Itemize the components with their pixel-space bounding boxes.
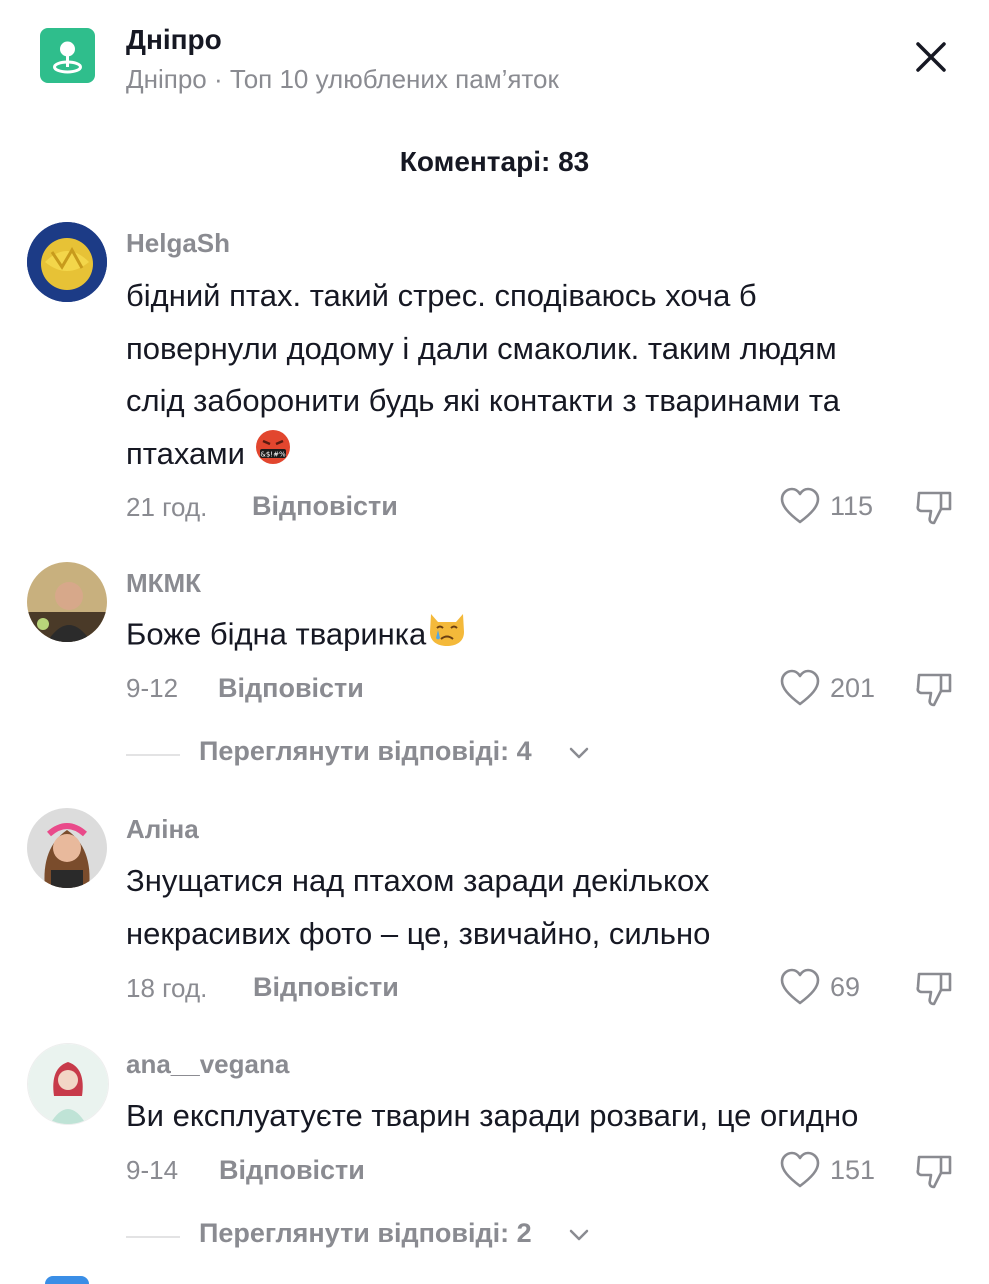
location-title[interactable]: Дніпро [126, 24, 222, 56]
chevron-down-icon [569, 747, 589, 759]
thumbs-down-icon [916, 972, 952, 1006]
avatar[interactable] [27, 808, 107, 888]
dislike-button[interactable] [914, 487, 954, 527]
comment-text: Боже бідна тваринка [126, 608, 966, 665]
comment-text: Ви експлуатуєте тварин заради розваги, ц… [126, 1090, 966, 1143]
comment-username[interactable]: HelgaSh [126, 228, 230, 259]
thumbs-down-icon [916, 673, 952, 707]
avatar[interactable] [27, 222, 107, 302]
view-replies-button[interactable]: Переглянути відповіді: 4 [126, 736, 596, 772]
comment-text: бідний птах. такий стрес. сподіваюсь хоч… [126, 270, 966, 483]
location-pin-icon[interactable] [40, 28, 95, 83]
view-replies-label: Переглянути відповіді: 4 [199, 736, 532, 766]
avatar[interactable] [27, 562, 107, 642]
comment-username[interactable]: МКМК [126, 568, 201, 599]
reply-button[interactable]: Відповісти [253, 972, 399, 1003]
comment-time: 9-12 [126, 673, 179, 703]
divider [126, 1236, 180, 1238]
like-count: 115 [830, 491, 874, 521]
reply-button[interactable]: Відповісти [218, 673, 364, 704]
comment-time: 18 год. [126, 973, 208, 1003]
comment-username[interactable]: ana__vegana [126, 1049, 289, 1080]
comment-text-line: слід заборонити будь які контакти з твар… [126, 383, 840, 418]
dislike-button[interactable] [914, 968, 954, 1008]
like-count: 69 [830, 972, 861, 1002]
comment-text: Знущатися над птахом заради декількох не… [126, 855, 966, 960]
comment-text-line: повернули додому і дали смаколик. таким … [126, 330, 837, 366]
comment-username[interactable]: Аліна [126, 814, 199, 845]
dislike-button[interactable] [914, 669, 954, 709]
heart-icon [780, 1151, 820, 1188]
reply-button[interactable]: Відповісти [252, 491, 398, 522]
avatar[interactable] [27, 1043, 109, 1125]
like-count: 151 [830, 1155, 876, 1185]
comment-time: 9-14 [126, 1155, 179, 1185]
avatar[interactable] [45, 1276, 89, 1284]
thumbs-down-icon [916, 1155, 952, 1189]
comment-text-line: Боже бідна тваринка [126, 608, 966, 665]
comment-text-fragment: Боже бідна тваринка [126, 616, 427, 652]
comment-text-line: птахами &$!#% [126, 428, 966, 483]
location-subtitle[interactable]: Дніпро · Топ 10 улюблених пам’яток [126, 64, 559, 95]
chevron-down-icon [569, 1229, 589, 1241]
reply-button[interactable]: Відповісти [219, 1155, 365, 1186]
comment-time: 21 год. [126, 492, 208, 522]
divider [126, 754, 180, 756]
view-replies-label: Переглянути відповіді: 2 [199, 1218, 532, 1248]
like-count: 201 [830, 673, 876, 703]
comment-text-line: Ви експлуатуєте тварин заради розваги, ц… [126, 1098, 859, 1133]
comments-count-title: Коментарі: 83 [399, 146, 590, 177]
close-icon [916, 42, 946, 72]
crying-cat-face-icon [426, 608, 468, 665]
comment-text-fragment: птахами [126, 435, 245, 471]
heart-icon [780, 487, 820, 524]
comment-text-line: Знущатися над птахом заради декількох [126, 863, 710, 898]
close-button[interactable] [910, 36, 952, 78]
dislike-button[interactable] [914, 1151, 954, 1191]
comment-text-line: бідний птах. такий стрес. сподіваюсь хоч… [126, 278, 757, 313]
comment-text-line: некрасивих фото – це, звичайно, сильно [126, 915, 711, 951]
heart-icon [780, 669, 820, 706]
svg-text:&$!#%: &$!#% [260, 451, 286, 459]
heart-icon [780, 968, 820, 1005]
face-with-symbols-on-mouth-icon: &$!#% [254, 428, 292, 483]
view-replies-button[interactable]: Переглянути відповіді: 2 [126, 1218, 596, 1254]
thumbs-down-icon [916, 491, 952, 525]
